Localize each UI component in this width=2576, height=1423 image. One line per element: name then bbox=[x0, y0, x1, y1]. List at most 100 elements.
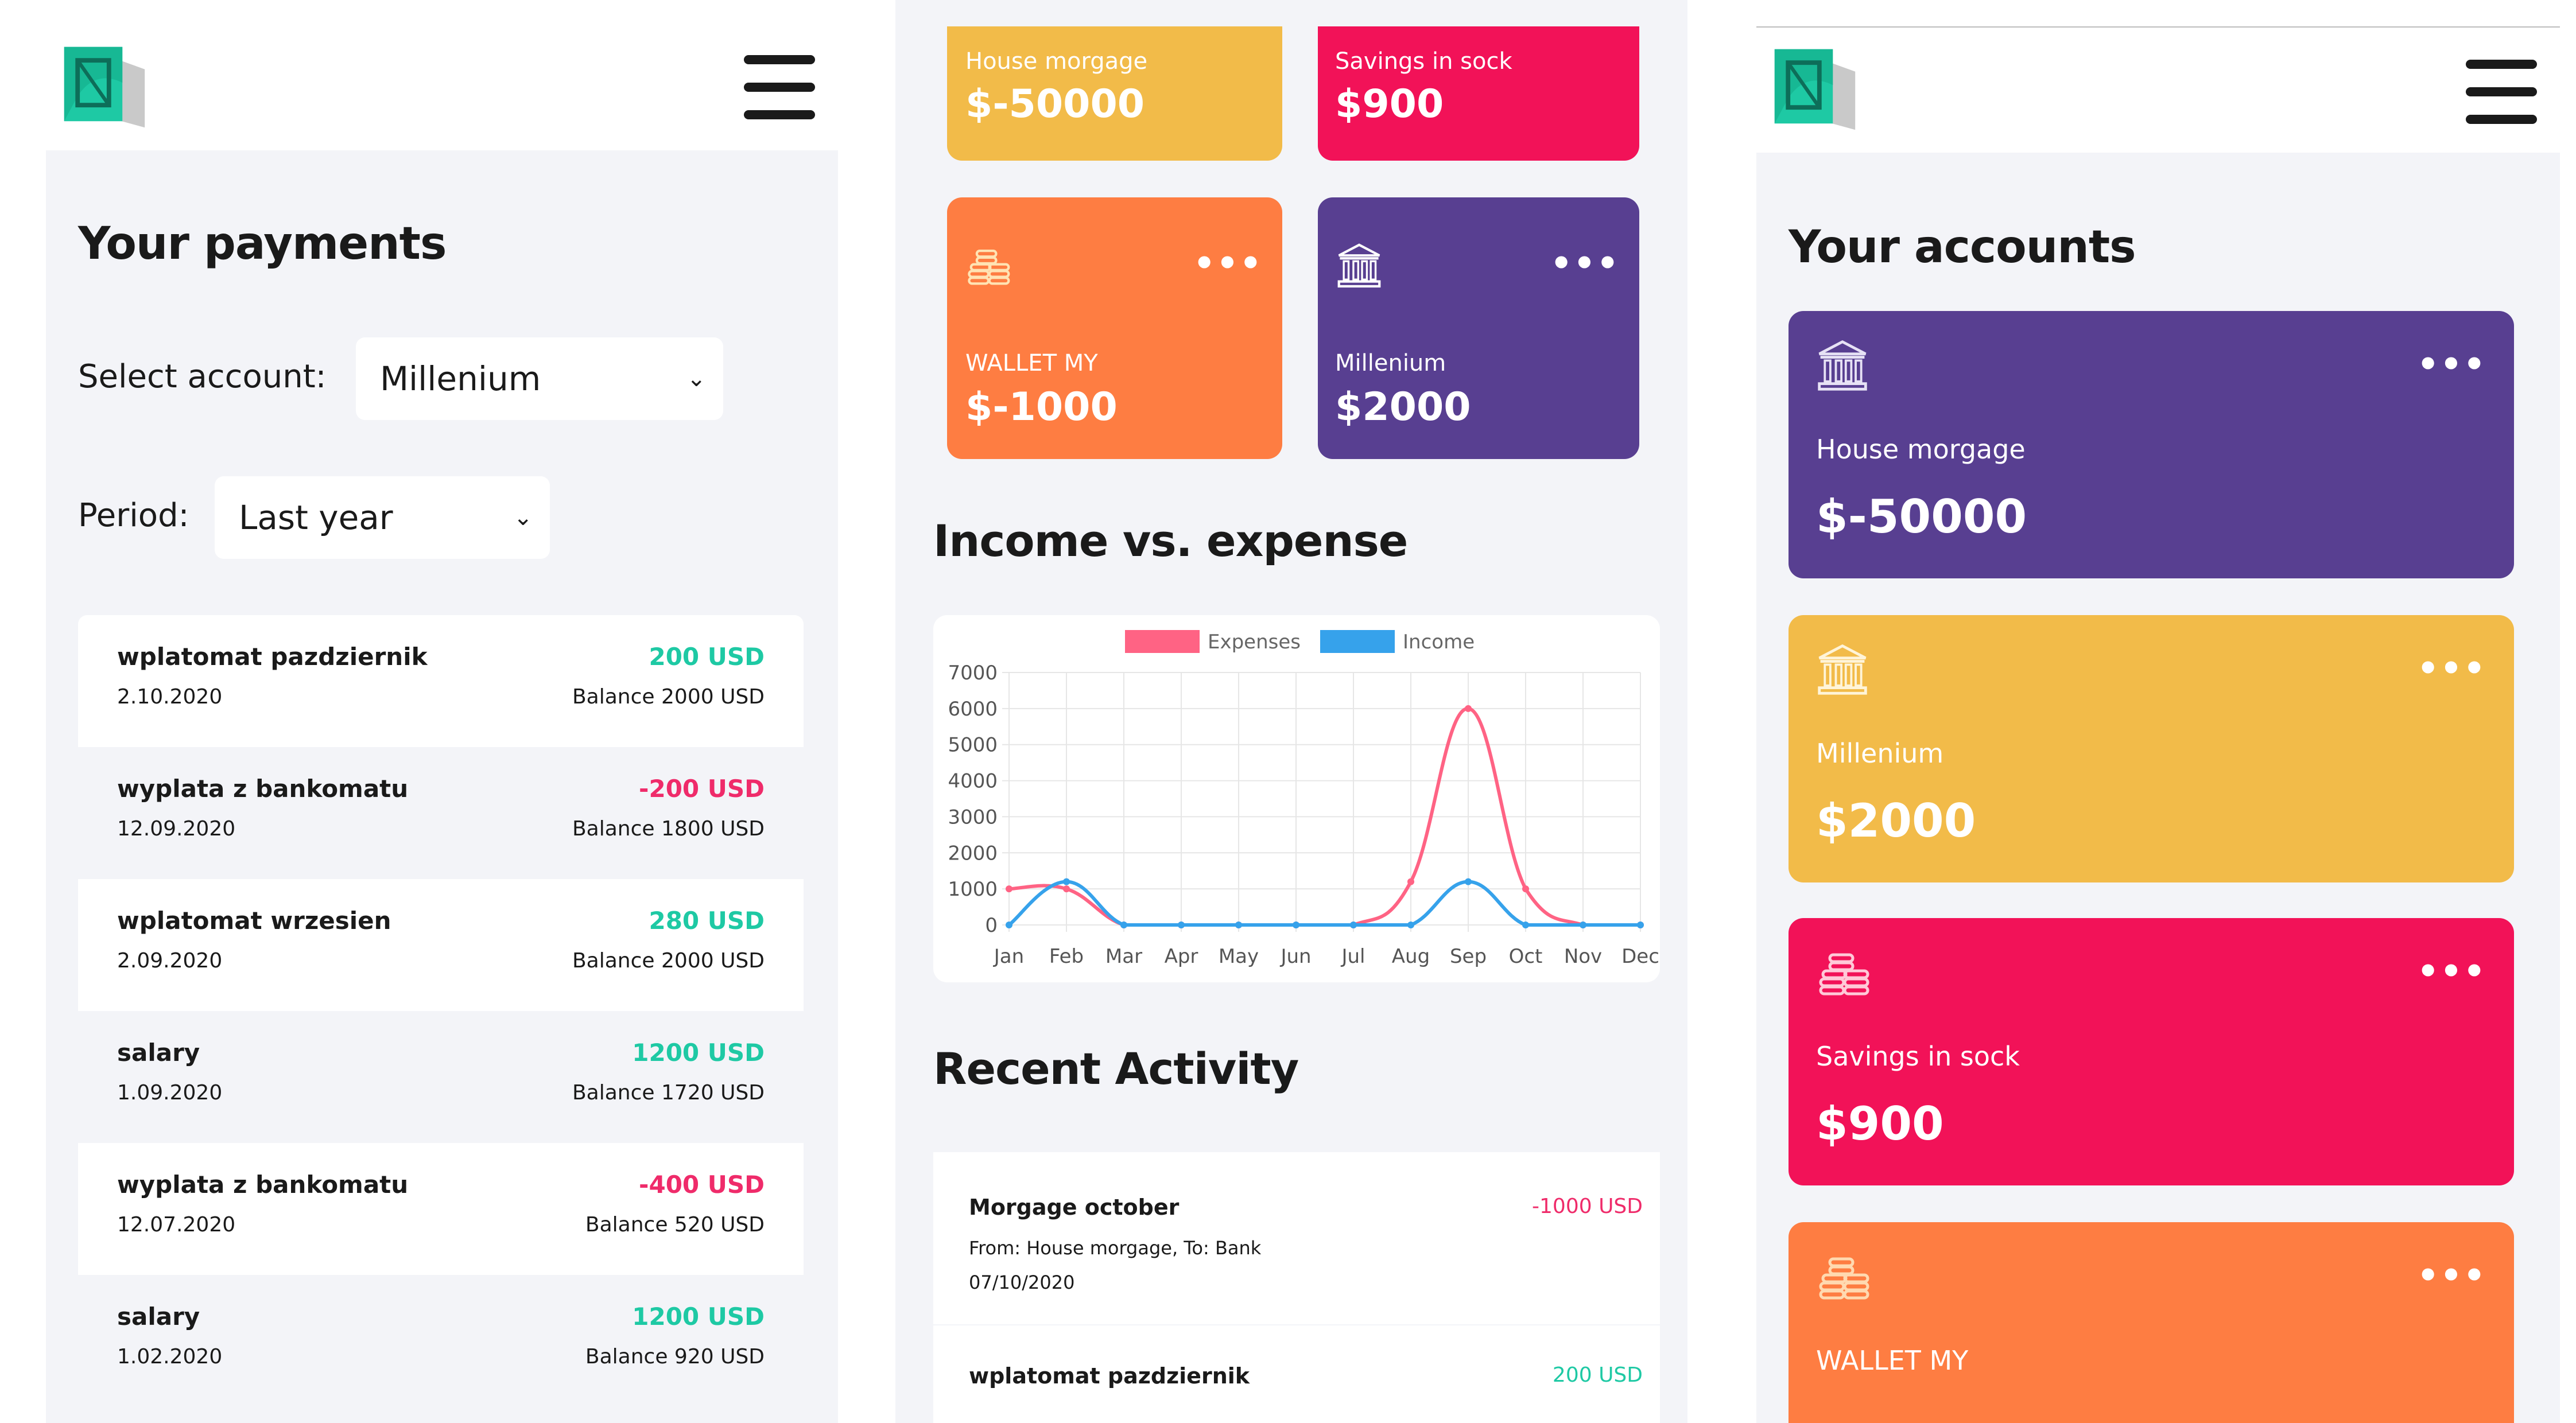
line-chart: 0 1000 2000 3000 4000 5000 6000 7000 Jan Feb Mar Ap… bbox=[948, 630, 1659, 968]
transaction-date: 12.07.2020 bbox=[117, 1213, 236, 1237]
transaction-date: 2.10.2020 bbox=[117, 685, 223, 709]
accounts-topbar bbox=[1756, 28, 2560, 153]
data-point-income bbox=[1293, 922, 1299, 928]
activity-amount: 200 USD bbox=[1552, 1363, 1643, 1387]
transaction-amount: -400 USD bbox=[639, 1171, 765, 1199]
activity-date: 07/10/2020 bbox=[969, 1272, 1075, 1293]
period-select-value: Last year bbox=[239, 498, 393, 537]
y-tick-label: 6000 bbox=[948, 698, 998, 721]
account-card-millenium[interactable]: ••• Millenium $2000 bbox=[1318, 197, 1639, 459]
transaction-date: 1.02.2020 bbox=[117, 1345, 223, 1368]
card-name: WALLET MY bbox=[1816, 1345, 1969, 1376]
transaction-name: salary bbox=[117, 1039, 200, 1067]
transaction-date: 1.09.2020 bbox=[117, 1081, 223, 1105]
transaction-name: salary bbox=[117, 1303, 200, 1331]
chevron-down-icon: ⌄ bbox=[686, 366, 706, 392]
x-tick-label: Jan bbox=[993, 945, 1024, 968]
coins-icon bbox=[1815, 944, 1872, 1002]
income-expense-chart: 0 1000 2000 3000 4000 5000 6000 7000 Jan Feb Mar Ap… bbox=[933, 615, 1660, 982]
activity-name: Morgage october bbox=[969, 1195, 1180, 1220]
card-name: Savings in sock bbox=[1816, 1041, 2020, 1072]
coins-icon bbox=[1815, 1249, 1872, 1306]
account-select-value: Millenium bbox=[380, 359, 541, 398]
data-point-income bbox=[1407, 922, 1414, 928]
more-options-icon[interactable]: ••• bbox=[2417, 651, 2486, 686]
activity-row[interactable]: wplatomat pazdziernik 200 USD bbox=[933, 1325, 1660, 1423]
transaction-name: wyplata z bankomatu bbox=[117, 775, 409, 803]
x-tick-label: Sep bbox=[1450, 945, 1487, 968]
menu-hamburger-icon[interactable] bbox=[2466, 60, 2537, 124]
transaction-name: wyplata z bankomatu bbox=[117, 1171, 409, 1199]
y-tick-label: 2000 bbox=[948, 842, 998, 865]
transaction-balance: Balance 520 USD bbox=[585, 1213, 765, 1237]
account-card-savings-in-sock[interactable]: ••• Savings in sock $900 bbox=[1789, 918, 2514, 1185]
more-options-icon[interactable]: ••• bbox=[2417, 1258, 2486, 1293]
transaction-row[interactable]: salary 1.09.2020 1200 USD Balance 1720 U… bbox=[78, 1011, 804, 1143]
x-tick-label: Dec bbox=[1621, 945, 1659, 968]
transaction-balance: Balance 2000 USD bbox=[572, 685, 765, 709]
card-name: Millenium bbox=[1335, 350, 1446, 376]
data-point-expenses bbox=[1522, 885, 1529, 893]
transaction-row[interactable]: salary 1.02.2020 1200 USD Balance 920 US… bbox=[78, 1275, 804, 1407]
account-select[interactable]: Millenium ⌄ bbox=[356, 337, 723, 420]
app-logo-icon[interactable] bbox=[1770, 45, 1860, 134]
y-tick-label: 4000 bbox=[948, 770, 998, 793]
transaction-amount: 1200 USD bbox=[632, 1039, 765, 1067]
legend-swatch[interactable] bbox=[1320, 630, 1395, 653]
activity-amount: -1000 USD bbox=[1532, 1195, 1643, 1218]
transaction-balance: Balance 1800 USD bbox=[572, 817, 765, 841]
data-point-income bbox=[1120, 922, 1127, 928]
account-card-house-morgage[interactable]: ••• House morgage $-50000 bbox=[1789, 311, 2514, 578]
x-tick-label: Nov bbox=[1564, 945, 1602, 968]
data-point-expenses bbox=[1465, 705, 1472, 712]
data-point-income bbox=[1465, 878, 1472, 885]
period-select[interactable]: Last year ⌄ bbox=[215, 476, 550, 559]
x-tick-label: Apr bbox=[1165, 945, 1198, 968]
more-options-icon[interactable]: ••• bbox=[2417, 954, 2486, 989]
account-card-wallet-my[interactable]: ••• WALLET MY $-1000 bbox=[947, 197, 1282, 459]
activity-name: wplatomat pazdziernik bbox=[969, 1363, 1250, 1389]
data-point-expenses bbox=[1006, 885, 1012, 893]
account-card-wallet-my[interactable]: ••• WALLET MY bbox=[1789, 1222, 2514, 1423]
card-balance: $2000 bbox=[1335, 384, 1471, 430]
account-card-millenium[interactable]: ••• Millenium $2000 bbox=[1789, 615, 2514, 882]
chart-section-title: Income vs. expense bbox=[933, 515, 1408, 566]
legend-swatch[interactable] bbox=[1125, 630, 1200, 653]
transaction-amount: 280 USD bbox=[649, 907, 765, 935]
transaction-row[interactable]: wyplata z bankomatu 12.09.2020 -200 USD … bbox=[78, 747, 804, 879]
data-point-income bbox=[1235, 922, 1242, 928]
transaction-row[interactable]: wyplata z bankomatu 12.07.2020 -400 USD … bbox=[78, 1143, 804, 1275]
transaction-balance: Balance 2000 USD bbox=[572, 949, 765, 973]
card-name: WALLET MY bbox=[965, 350, 1098, 376]
y-tick-label: 3000 bbox=[948, 806, 998, 829]
page-title: Your accounts bbox=[1789, 221, 2136, 273]
more-options-icon[interactable]: ••• bbox=[1193, 246, 1263, 281]
data-point-income bbox=[1637, 922, 1644, 928]
card-balance: $-1000 bbox=[965, 384, 1118, 430]
card-name: Savings in sock bbox=[1335, 48, 1512, 75]
menu-hamburger-icon[interactable] bbox=[744, 55, 815, 119]
x-tick-label: May bbox=[1219, 945, 1259, 968]
activity-row[interactable]: Morgage october From: House morgage, To:… bbox=[933, 1152, 1660, 1324]
transaction-amount: 200 USD bbox=[649, 643, 765, 671]
transaction-row[interactable]: wplatomat pazdziernik 2.10.2020 200 USD … bbox=[78, 615, 804, 747]
card-balance: $-50000 bbox=[965, 81, 1145, 127]
transaction-amount: 1200 USD bbox=[632, 1303, 765, 1331]
more-options-icon[interactable]: ••• bbox=[1550, 246, 1620, 281]
activity-details: From: House morgage, To: Bank bbox=[969, 1237, 1262, 1259]
card-balance: $-50000 bbox=[1816, 490, 2027, 543]
account-card-savings-in-sock[interactable]: Savings in sock $900 bbox=[1318, 26, 1639, 161]
transaction-date: 12.09.2020 bbox=[117, 817, 236, 841]
select-account-label: Select account: bbox=[78, 358, 327, 395]
bank-icon bbox=[1815, 337, 1870, 392]
card-name: House morgage bbox=[1816, 434, 2026, 465]
more-options-icon[interactable]: ••• bbox=[2417, 347, 2486, 382]
y-tick-label: 0 bbox=[985, 914, 998, 937]
card-balance: $900 bbox=[1335, 81, 1444, 127]
legend-label[interactable]: Income bbox=[1403, 631, 1475, 654]
transaction-row[interactable]: wplatomat wrzesien 2.09.2020 280 USD Bal… bbox=[78, 879, 804, 1011]
transaction-date: 2.09.2020 bbox=[117, 949, 223, 973]
app-logo-icon[interactable] bbox=[60, 42, 149, 132]
legend-label[interactable]: Expenses bbox=[1208, 631, 1301, 654]
account-card-house-morgage[interactable]: House morgage $-50000 bbox=[947, 26, 1282, 161]
